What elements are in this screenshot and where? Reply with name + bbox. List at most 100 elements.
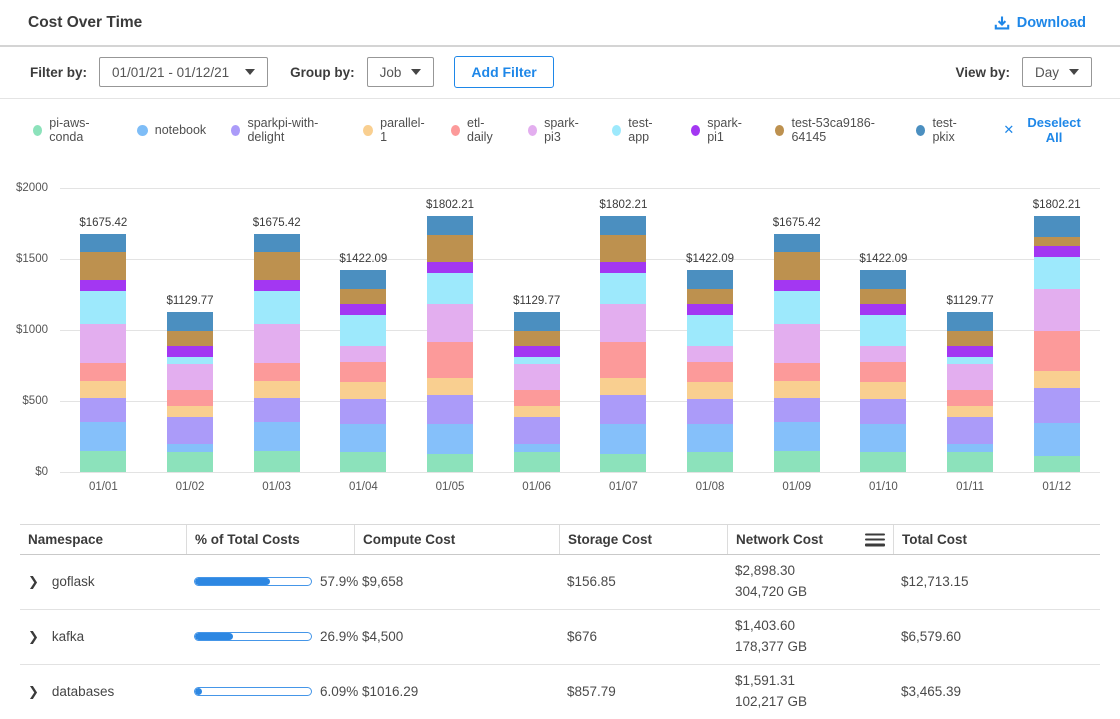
bar-segment-parallel-1[interactable] [427,378,473,396]
bar-segment-notebook[interactable] [600,424,646,454]
download-button[interactable]: Download [988,14,1092,32]
bar-segment-pi-aws-conda[interactable] [687,452,733,472]
bar-segment-pi-aws-conda[interactable] [600,454,646,472]
bar-segment-sparkpi-with-delight[interactable] [514,417,560,444]
bar-segment-test-53ca9186-64145[interactable] [427,235,473,262]
chart-bar-01-01[interactable] [80,234,126,472]
bar-segment-test-app[interactable] [860,315,906,347]
chart-bar-01-03[interactable] [254,234,300,472]
group-by-select[interactable]: Job [367,57,435,87]
legend-item-spark-pi3[interactable]: spark-pi3 [528,116,587,144]
bar-segment-pi-aws-conda[interactable] [514,452,560,472]
bar-segment-etl-daily[interactable] [860,362,906,383]
bar-segment-notebook[interactable] [167,444,213,452]
bar-segment-parallel-1[interactable] [1034,371,1080,387]
bar-segment-test-pkix[interactable] [1034,216,1080,237]
bar-segment-notebook[interactable] [687,424,733,453]
bar-segment-notebook[interactable] [860,424,906,453]
expand-chevron-icon[interactable]: ❯ [28,574,39,590]
table-row-databases[interactable]: ❯databases6.09%$1016.29$857.79$1,591.311… [20,665,1100,719]
bar-segment-test-app[interactable] [254,291,300,324]
bar-segment-spark-pi3[interactable] [80,324,126,363]
legend-item-test-pkix[interactable]: test-pkix [916,116,971,144]
chart-bar-01-05[interactable] [427,216,473,472]
chart-bar-01-12[interactable] [1034,216,1080,472]
bar-segment-sparkpi-with-delight[interactable] [687,399,733,424]
bar-segment-test-app[interactable] [1034,257,1080,290]
chart-bar-01-09[interactable] [774,234,820,472]
bar-segment-spark-pi1[interactable] [600,262,646,273]
bar-segment-test-53ca9186-64145[interactable] [80,252,126,281]
bar-segment-sparkpi-with-delight[interactable] [860,399,906,424]
bar-segment-sparkpi-with-delight[interactable] [80,398,126,422]
bar-segment-parallel-1[interactable] [860,382,906,398]
bar-segment-test-53ca9186-64145[interactable] [860,289,906,304]
bar-segment-test-app[interactable] [514,357,560,365]
bar-segment-etl-daily[interactable] [254,363,300,382]
bar-segment-spark-pi1[interactable] [340,304,386,314]
bar-segment-notebook[interactable] [80,422,126,452]
bar-segment-test-53ca9186-64145[interactable] [947,331,993,346]
bar-segment-notebook[interactable] [947,444,993,452]
bar-segment-spark-pi3[interactable] [860,346,906,361]
bar-segment-spark-pi1[interactable] [774,280,820,290]
bar-segment-test-53ca9186-64145[interactable] [340,289,386,304]
bar-segment-spark-pi3[interactable] [600,304,646,342]
bar-segment-parallel-1[interactable] [600,378,646,396]
bar-segment-test-53ca9186-64145[interactable] [687,289,733,304]
bar-segment-parallel-1[interactable] [947,406,993,417]
legend-item-parallel-1[interactable]: parallel-1 [363,116,425,144]
chart-bar-01-10[interactable] [860,270,906,472]
bar-segment-pi-aws-conda[interactable] [254,451,300,472]
bar-segment-test-pkix[interactable] [340,270,386,289]
bar-segment-pi-aws-conda[interactable] [340,452,386,472]
bar-segment-etl-daily[interactable] [80,363,126,382]
bar-segment-test-app[interactable] [600,273,646,304]
bar-segment-test-pkix[interactable] [254,234,300,251]
bar-segment-spark-pi1[interactable] [860,304,906,314]
bar-segment-pi-aws-conda[interactable] [80,451,126,472]
chart-bar-01-08[interactable] [687,270,733,472]
bar-segment-test-53ca9186-64145[interactable] [600,235,646,262]
bar-segment-notebook[interactable] [254,422,300,452]
bar-segment-etl-daily[interactable] [167,390,213,406]
bar-segment-test-app[interactable] [340,315,386,347]
bar-segment-test-pkix[interactable] [167,312,213,331]
bar-segment-test-pkix[interactable] [774,234,820,251]
bar-segment-parallel-1[interactable] [687,382,733,398]
legend-item-spark-pi1[interactable]: spark-pi1 [691,116,750,144]
bar-segment-test-app[interactable] [427,273,473,304]
bar-segment-etl-daily[interactable] [774,363,820,382]
bar-segment-spark-pi1[interactable] [687,304,733,314]
bar-segment-parallel-1[interactable] [80,381,126,397]
bar-segment-etl-daily[interactable] [947,390,993,406]
bar-segment-spark-pi3[interactable] [167,364,213,390]
bar-segment-sparkpi-with-delight[interactable] [167,417,213,444]
bar-segment-test-53ca9186-64145[interactable] [774,252,820,281]
bar-segment-spark-pi3[interactable] [340,346,386,361]
legend-item-etl-daily[interactable]: etl-daily [451,116,503,144]
bar-segment-notebook[interactable] [427,424,473,454]
chart-bar-01-07[interactable] [600,216,646,472]
bar-segment-parallel-1[interactable] [774,381,820,397]
bar-segment-etl-daily[interactable] [600,342,646,378]
bar-segment-spark-pi3[interactable] [254,324,300,363]
bar-segment-pi-aws-conda[interactable] [167,452,213,472]
bar-segment-sparkpi-with-delight[interactable] [340,399,386,424]
view-by-select[interactable]: Day [1022,57,1092,87]
bar-segment-pi-aws-conda[interactable] [427,454,473,472]
bar-segment-pi-aws-conda[interactable] [947,452,993,472]
bar-segment-parallel-1[interactable] [254,381,300,397]
legend-item-pi-aws-conda[interactable]: pi-aws-conda [33,116,112,144]
bar-segment-spark-pi3[interactable] [427,304,473,342]
bar-segment-spark-pi1[interactable] [167,346,213,357]
bar-segment-spark-pi1[interactable] [1034,246,1080,257]
bar-segment-spark-pi3[interactable] [947,364,993,390]
bar-segment-sparkpi-with-delight[interactable] [1034,388,1080,423]
add-filter-button[interactable]: Add Filter [454,56,553,88]
legend-item-notebook[interactable]: notebook [137,123,206,137]
bar-segment-test-app[interactable] [947,357,993,365]
bar-segment-test-53ca9186-64145[interactable] [254,252,300,281]
legend-item-sparkpi-with-delight[interactable]: sparkpi-with-delight [231,116,338,144]
bar-segment-test-app[interactable] [167,357,213,365]
